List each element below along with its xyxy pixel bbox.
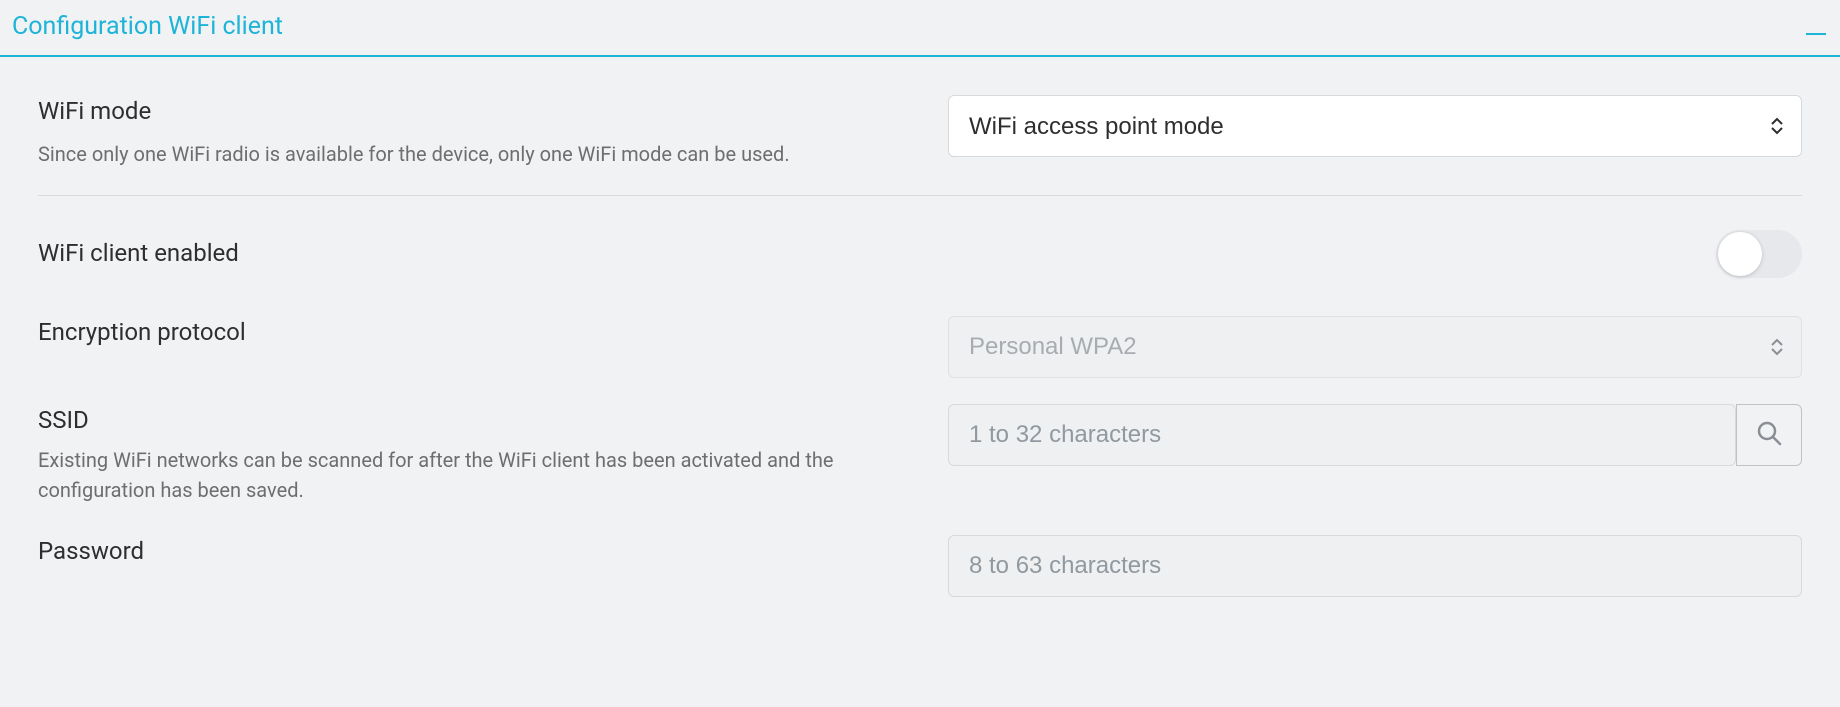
wifi-client-enabled-label: WiFi client enabled [38, 237, 1686, 271]
wifi-mode-control: WiFi access point mode [948, 95, 1802, 157]
panel-header: Configuration WiFi client [0, 0, 1840, 57]
encryption-control: Personal WPA2 [948, 316, 1802, 378]
password-label: Password [38, 535, 918, 569]
ssid-control [948, 404, 1802, 466]
ssid-input[interactable] [948, 404, 1736, 466]
section-divider [38, 195, 1802, 196]
search-icon [1756, 420, 1782, 450]
wifi-mode-left: WiFi mode Since only one WiFi radio is a… [38, 95, 948, 169]
password-left: Password [38, 535, 948, 569]
password-control [948, 535, 1802, 597]
encryption-select-wrap: Personal WPA2 [948, 316, 1802, 378]
row-wifi-mode: WiFi mode Since only one WiFi radio is a… [38, 95, 1802, 169]
panel-title: Configuration WiFi client [12, 12, 283, 41]
wifi-client-enabled-toggle[interactable] [1716, 230, 1802, 278]
collapse-button[interactable] [1804, 13, 1828, 41]
row-encryption-protocol: Encryption protocol Personal WPA2 [38, 316, 1802, 378]
wifi-client-enabled-left: WiFi client enabled [38, 237, 1716, 271]
wifi-mode-select[interactable]: WiFi access point mode [948, 95, 1802, 157]
row-ssid: SSID Existing WiFi networks can be scann… [38, 404, 1802, 506]
row-wifi-client-enabled: WiFi client enabled [38, 230, 1802, 278]
wifi-mode-label: WiFi mode [38, 95, 918, 129]
ssid-left: SSID Existing WiFi networks can be scann… [38, 404, 948, 506]
encryption-label: Encryption protocol [38, 316, 918, 350]
encryption-left: Encryption protocol [38, 316, 948, 350]
ssid-help: Existing WiFi networks can be scanned fo… [38, 445, 838, 505]
toggle-knob [1718, 232, 1762, 276]
wifi-mode-select-wrap: WiFi access point mode [948, 95, 1802, 157]
wifi-client-enabled-control [1716, 230, 1802, 278]
panel-body: WiFi mode Since only one WiFi radio is a… [0, 57, 1840, 643]
ssid-scan-button[interactable] [1736, 404, 1802, 466]
password-input[interactable] [948, 535, 1802, 597]
encryption-select: Personal WPA2 [948, 316, 1802, 378]
row-password: Password [38, 535, 1802, 597]
ssid-label: SSID [38, 404, 918, 438]
wifi-mode-help: Since only one WiFi radio is available f… [38, 139, 918, 169]
